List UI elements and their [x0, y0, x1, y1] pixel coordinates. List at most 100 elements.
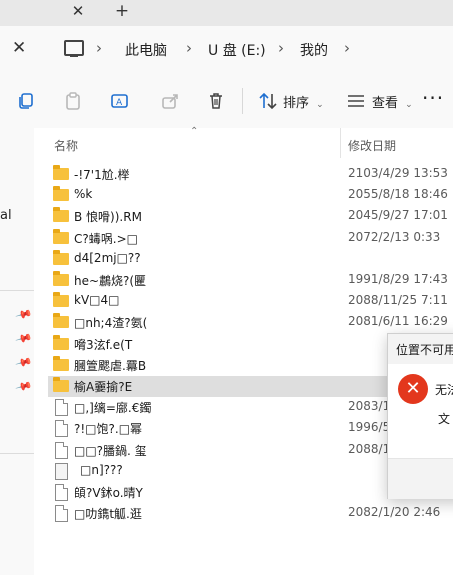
- file-date: 2081/6/11 16:29: [348, 314, 448, 329]
- file-date: 2082/1/20 2:46: [348, 505, 441, 520]
- dialog-title: 位置不可用: [396, 343, 453, 357]
- file-row[interactable]: -!7'1尬.榉 2103/4/29 13:53: [48, 164, 452, 185]
- folder-icon: [53, 271, 69, 286]
- copy-icon[interactable]: [16, 91, 36, 111]
- file-icon: [55, 505, 68, 523]
- file-date: 2103/4/29 13:53: [348, 166, 448, 180]
- file-name: 頧?V鉥o.晴Y: [74, 486, 143, 500]
- file-date: 2088/1: [348, 441, 391, 456]
- paste-icon[interactable]: [63, 91, 83, 111]
- file-name: □n]???: [80, 462, 123, 477]
- file-name: □,]缡=廍.€鐲: [74, 401, 152, 416]
- nav-item-label[interactable]: al: [0, 208, 12, 223]
- tab-close-button[interactable]: ✕: [68, 0, 88, 22]
- folder-icon: [53, 292, 69, 308]
- command-bar: A 排序 ⌄ 查看 ⌄ ···: [0, 74, 453, 129]
- file-icon: [55, 399, 68, 417]
- file-name: 嗋3泫f.e(T: [74, 337, 133, 352]
- file-name: □叻鐫t觚.逛: [74, 507, 142, 522]
- chevron-right-icon[interactable]: ›: [186, 39, 192, 57]
- svg-text:A: A: [116, 98, 123, 108]
- file-date: 2045/9/27 17:01: [348, 208, 448, 223]
- tab-strip: ✕ +: [0, 0, 453, 26]
- file-name: □□?膰鍋. 玺: [74, 443, 147, 458]
- chevron-right-icon[interactable]: ›: [278, 39, 284, 57]
- file-row[interactable]: B 悢嗗)).RM 2045/9/27 17:01: [48, 206, 452, 227]
- file-row[interactable]: he~鷫烧?(匷 1991/8/29 17:43: [48, 270, 452, 291]
- file-date: 2083/1: [348, 399, 391, 414]
- nav-divider: [0, 290, 34, 291]
- chevron-right-icon[interactable]: ›: [96, 39, 102, 57]
- file-row[interactable]: %k 2055/8/18 18:46: [48, 185, 452, 206]
- pin-icon[interactable]: 📌: [15, 377, 33, 395]
- file-name: 膕箮颸虐.羃B: [74, 358, 147, 373]
- sort-ascending-icon: ⌃: [190, 126, 199, 137]
- file-row[interactable]: C?蝳㖞.>□ 2072/2/13 0:33: [48, 228, 452, 249]
- folder-icon: [53, 313, 69, 329]
- file-row[interactable]: □叻鐫t觚.逛 2082/1/20 2:46: [48, 503, 452, 524]
- file-name: 榆A嫑揄?E: [74, 380, 133, 394]
- file-icon: [55, 441, 68, 459]
- close-icon[interactable]: ✕: [12, 38, 26, 58]
- view-label: 查看: [372, 96, 399, 111]
- dialog-message-detail: 文: [438, 412, 451, 426]
- computer-icon[interactable]: [64, 40, 84, 57]
- file-date: 1996/5: [348, 420, 391, 435]
- column-header-name[interactable]: 名称: [54, 137, 78, 154]
- toolbar-divider: [242, 88, 243, 114]
- file-name: □nh;4渣?氨(: [74, 316, 148, 331]
- file-date: 2055/8/18 18:46: [348, 187, 448, 202]
- breadcrumb-my-folder[interactable]: 我的: [300, 40, 328, 60]
- file-row[interactable]: kV□4□ 2088/11/25 7:11: [48, 291, 452, 312]
- column-header-date[interactable]: 修改日期: [348, 137, 396, 154]
- file-icon: [55, 484, 68, 501]
- chevron-down-icon: ⌄: [316, 100, 324, 110]
- error-icon: ✕: [398, 374, 428, 404]
- file-row[interactable]: d4[2mj□??: [48, 249, 452, 270]
- breadcrumb-usb-drive[interactable]: U 盘 (E:): [208, 40, 266, 60]
- file-date: 2072/2/13 0:33: [348, 229, 441, 244]
- dialog-message: 无法: [435, 383, 453, 397]
- view-icon[interactable]: [346, 91, 366, 111]
- sort-label: 排序: [283, 96, 310, 111]
- file-name: d4[2mj□??: [74, 250, 141, 265]
- file-date: 1991/8/29 17:43: [348, 272, 448, 286]
- column-divider[interactable]: [340, 128, 341, 158]
- pin-icon[interactable]: 📌: [15, 305, 33, 323]
- file-name: B 悢嗗)).RM: [74, 210, 142, 225]
- file-icon: [55, 420, 68, 438]
- navigation-pane: al 📌 📌 📌 📌: [0, 128, 34, 575]
- sort-icon[interactable]: [258, 91, 278, 111]
- delete-icon[interactable]: [206, 91, 226, 111]
- breadcrumb-this-pc[interactable]: 此电脑: [125, 40, 167, 60]
- share-icon[interactable]: [160, 91, 180, 111]
- file-name: kV□4□: [74, 293, 120, 308]
- folder-icon: [53, 228, 69, 244]
- file-name: %k: [74, 187, 93, 202]
- file-row[interactable]: □nh;4渣?氨( 2081/6/11 16:29: [48, 312, 452, 333]
- chevron-right-icon[interactable]: ›: [344, 39, 350, 57]
- file-name: C?蝳㖞.>□: [74, 231, 138, 246]
- dialog-footer: [388, 458, 453, 499]
- folder-icon: [53, 355, 69, 371]
- file-name: -!7'1尬.榉: [74, 168, 130, 182]
- pin-icon[interactable]: 📌: [15, 329, 33, 347]
- file-name: ?!□饱?.□幂: [74, 422, 143, 437]
- sort-button[interactable]: 排序 ⌄: [283, 92, 324, 111]
- folder-icon: [53, 186, 69, 202]
- folder-icon: [53, 165, 69, 180]
- folder-icon: [53, 207, 69, 223]
- new-tab-button[interactable]: +: [112, 0, 132, 22]
- error-dialog: 位置不可用 ✕ 无法 文: [387, 333, 453, 499]
- address-bar-row: ✕ › 此电脑 › U 盘 (E:) › 我的 ›: [0, 26, 453, 74]
- view-button[interactable]: 查看 ⌄: [372, 92, 413, 111]
- chevron-down-icon: ⌄: [405, 100, 413, 110]
- folder-icon: [53, 249, 69, 265]
- nav-divider: [0, 453, 34, 454]
- folder-icon: [53, 377, 69, 392]
- file-icon: [55, 462, 68, 480]
- dialog-titlebar: 位置不可用: [388, 334, 453, 364]
- more-options-button[interactable]: ···: [422, 86, 444, 110]
- rename-icon[interactable]: A: [110, 91, 130, 111]
- pin-icon[interactable]: 📌: [15, 353, 33, 371]
